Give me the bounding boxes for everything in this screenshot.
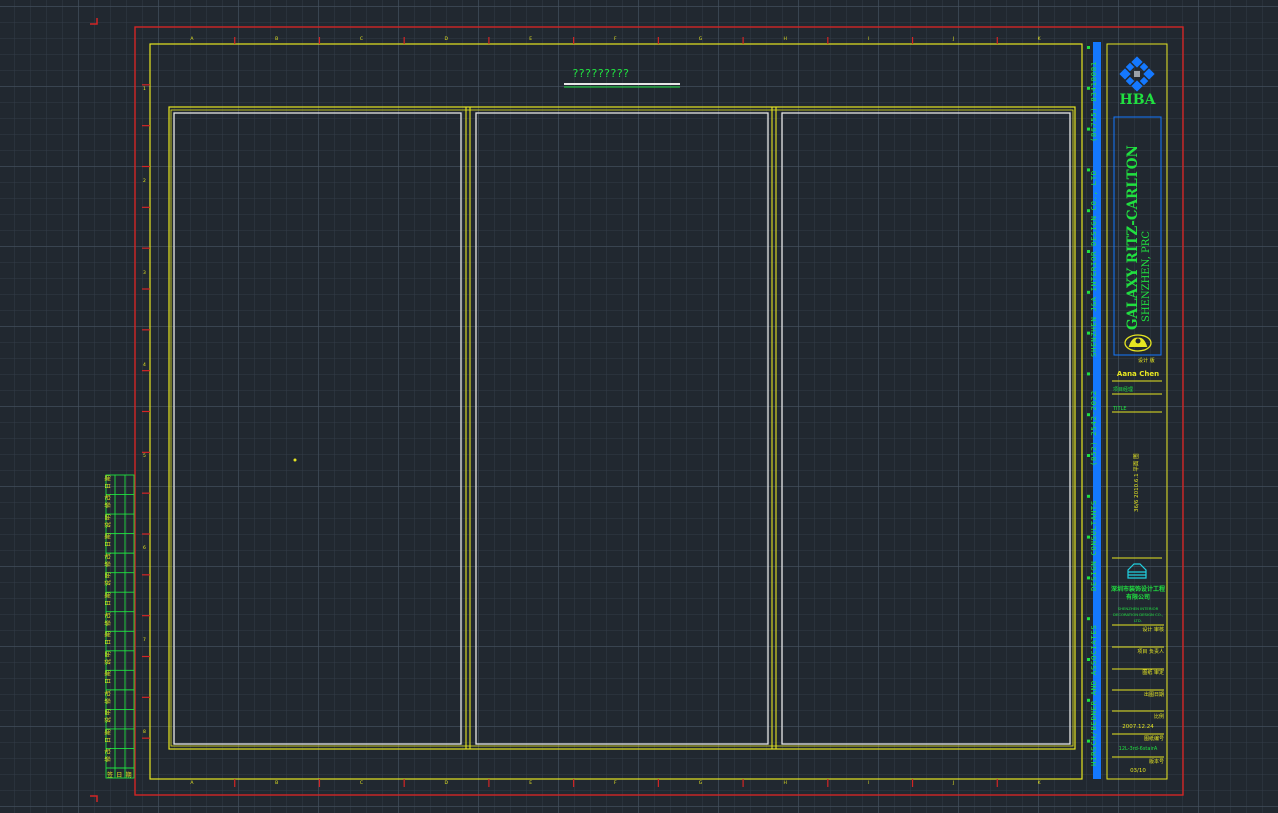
revision-cell: 日 期 (105, 592, 112, 606)
revision-cell: 修 改 (105, 494, 112, 509)
designer-name: Aana Chen (1116, 370, 1160, 378)
grid-row-label: 5 (143, 454, 146, 460)
grid-column-label: A (190, 781, 194, 786)
ruler-ticks (142, 37, 1090, 787)
viewport-panel-1 (173, 112, 462, 745)
revision-footer-cell: 日 (116, 772, 123, 779)
sheet-border-red (134, 26, 1184, 796)
sheet-title: ????????? (572, 67, 630, 80)
panels-inner-frame (170, 109, 1074, 747)
project-location: SHENZHEN, PRC (1141, 231, 1152, 322)
sheet-number: 12L-3rd-6stairA (1118, 746, 1158, 752)
insertion-point (293, 458, 297, 462)
drawing-description: 36/6 2010.6.1 平面 图 (1134, 453, 1140, 512)
grid-column-label: F (614, 37, 617, 42)
hba-logo-text: HBA (1119, 92, 1156, 108)
grid-row-label: 2 (143, 178, 146, 184)
strip-marker (1087, 617, 1090, 621)
side-strip-phone-hk: (852)-2542-2022 (1089, 390, 1098, 466)
revision-cell: 日 期 (105, 533, 112, 548)
viewport-panel-3 (781, 112, 1071, 745)
firm-name: HIRSCH/BEDNER AND ASSOCIATES (1089, 624, 1098, 766)
grid-column-label: F (614, 781, 617, 786)
company-name: SHENZHEN J&A INTERIOR DESIGN CO., LTD (1089, 170, 1098, 357)
revision-footer-cell: 期 (125, 772, 132, 779)
ritz-lion-crest-icon (1124, 334, 1152, 352)
grid-row-label: 3 (143, 270, 146, 276)
drawing-frame (149, 43, 1083, 780)
side-strip-firm: HIRSCH/BEDNER AND ASSOCIATES (1089, 625, 1098, 766)
revision-cell: 说 明 (105, 709, 112, 724)
revision-cell: 日 期 (105, 631, 112, 646)
title-block-rules (1112, 380, 1164, 758)
grid-column-label: I (868, 781, 870, 786)
grid-column-label: C (359, 37, 363, 42)
grid-column-label: A (190, 37, 194, 42)
revision-cell: 日 期 (105, 474, 112, 489)
block-row-6: 图纸编号 (1143, 736, 1164, 742)
side-strip-company: SHENZHEN J&A INTERIOR DESIGN CO., LTD (1089, 170, 1098, 357)
revision-cell: 修 改 (105, 552, 112, 567)
strip-marker (1087, 372, 1090, 376)
design-consultants: DESIGN CONSULTANTS (1089, 500, 1098, 591)
grid-column-label: B (275, 781, 279, 786)
block-row-7: 版本号 (1148, 759, 1164, 765)
field-b: TITLE (1113, 406, 1127, 412)
grid-row-label: 6 (143, 546, 146, 552)
grid-row-label: 7 (143, 638, 146, 644)
grid-column-label: D (444, 781, 448, 786)
drawing-canvas[interactable] (0, 0, 1278, 813)
revision-cell: 说 明 (105, 513, 112, 528)
grid-row-label: 8 (143, 730, 146, 736)
hba-logo-icon (1119, 56, 1155, 92)
grid-column-label: G (698, 37, 703, 42)
grid-row-label: 4 (143, 362, 146, 368)
phone-hk: (852)-2542-2022 (1089, 390, 1098, 466)
revision-number: 03/10 (1130, 768, 1146, 774)
grid-column-label: H (783, 781, 787, 786)
project-name: GALAXY RITZ-CARLTON (1125, 145, 1141, 330)
grid-column-label: K (1037, 37, 1041, 42)
revision-cell: 说 明 (105, 650, 112, 665)
grid-column-label: D (444, 37, 448, 42)
consultant-logo-icon (1127, 563, 1147, 579)
crop-mark-bottom-left (90, 795, 98, 802)
revision-cell: 说 明 (105, 572, 112, 587)
phone-cn: (86755)-83418081 (1089, 61, 1098, 142)
consultant-name-en: SHENZHEN INTERIOR DECORATION DESIGN CO.,… (1113, 606, 1163, 623)
strip-marker (1087, 46, 1090, 49)
block-row-2: 项目 负责人 (1137, 649, 1164, 655)
block-row-5: 比例 (1153, 714, 1164, 720)
strip-marker (1087, 494, 1090, 498)
grid-column-label: C (359, 781, 363, 786)
grid-row-label: 1 (143, 86, 146, 92)
grid-column-label: E (529, 781, 533, 786)
grid-column-label: B (275, 37, 279, 42)
revision-cell: 日 期 (105, 728, 112, 743)
side-strip-hk: DESIGN CONSULTANTS (1089, 500, 1098, 591)
block-row-1: 设计 审核 (1142, 627, 1164, 633)
grid-column-label: E (529, 37, 533, 42)
revision-cell: 日 期 (105, 670, 112, 685)
issue-date: 2007.12.24 (1122, 724, 1154, 730)
revision-cell: 修 改 (105, 611, 112, 626)
field-a: 项目经理 (1113, 387, 1134, 393)
crop-mark-top-left (90, 18, 98, 25)
block-row-3: 图纸 审定 (1142, 670, 1164, 676)
side-strip-phone-cn: (86755)-83418081 (1089, 61, 1098, 142)
grid-column-label: G (698, 781, 703, 786)
revision-cell: 修 改 (105, 689, 112, 704)
viewport-panel-2 (475, 112, 769, 745)
grid-column-label: I (868, 37, 870, 42)
revision-footer-cell: 签 (107, 772, 114, 779)
block-row-4: 出图日期 (1143, 692, 1164, 698)
grid-column-label: J (952, 781, 955, 786)
grid-column-label: J (952, 37, 955, 42)
consultant-name-cn: 深圳市装饰设计工程 有限公司 (1110, 586, 1165, 601)
label-a: 设计 版 (1138, 358, 1155, 364)
grid-column-label: H (783, 37, 787, 42)
revision-cell: 修 改 (105, 748, 112, 763)
panels-outer-frame (168, 106, 1076, 750)
grid-column-label: K (1037, 781, 1041, 786)
